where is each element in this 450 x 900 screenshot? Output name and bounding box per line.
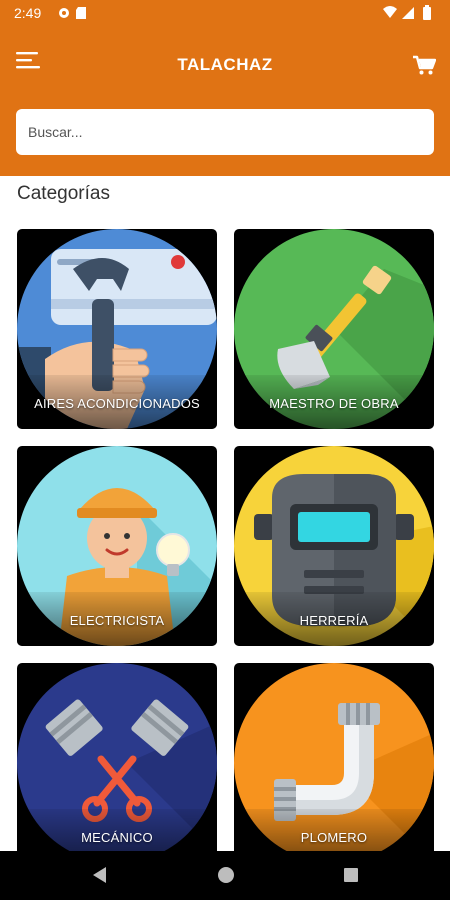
category-label: AIRES ACONDICIONADOS <box>34 396 200 411</box>
recents-icon[interactable] <box>342 865 360 885</box>
category-label: HERRERÍA <box>299 613 369 628</box>
status-notification-icons <box>59 7 86 19</box>
search-input[interactable] <box>16 109 434 155</box>
category-label: ELECTRICISTA <box>69 613 165 628</box>
section-title: Categorías <box>17 183 110 204</box>
category-card-maestro-de-obra[interactable]: MAESTRO DE OBRA <box>234 229 434 429</box>
category-label: PLOMERO <box>300 830 368 845</box>
wifi-icon <box>383 6 397 18</box>
category-card-electricista[interactable]: ELECTRICISTA <box>17 446 217 646</box>
system-navigation-bar <box>0 851 450 900</box>
back-icon[interactable] <box>90 865 108 885</box>
status-system-icons <box>383 5 431 20</box>
app-bar: TALACHAZ <box>0 26 450 176</box>
category-card-aires-acondicionados[interactable]: AIRES ACONDICIONADOS <box>17 229 217 429</box>
status-time: 2:49 <box>14 5 42 21</box>
category-card-herreria[interactable]: HERRERÍA <box>234 446 434 646</box>
category-card-mecanico[interactable]: MECÁNICO <box>17 663 217 863</box>
category-label: MECÁNICO <box>81 830 153 845</box>
app-title: TALACHAZ <box>177 55 273 74</box>
signal-icon <box>402 7 414 19</box>
status-bar: 2:49 <box>0 0 450 26</box>
battery-icon <box>423 5 431 20</box>
cart-icon[interactable] <box>412 54 436 76</box>
home-icon[interactable] <box>216 865 236 885</box>
settings-gear-icon <box>59 8 69 18</box>
sd-card-icon <box>76 7 86 19</box>
category-label: MAESTRO DE OBRA <box>269 396 399 411</box>
category-card-plomero[interactable]: PLOMERO <box>234 663 434 863</box>
